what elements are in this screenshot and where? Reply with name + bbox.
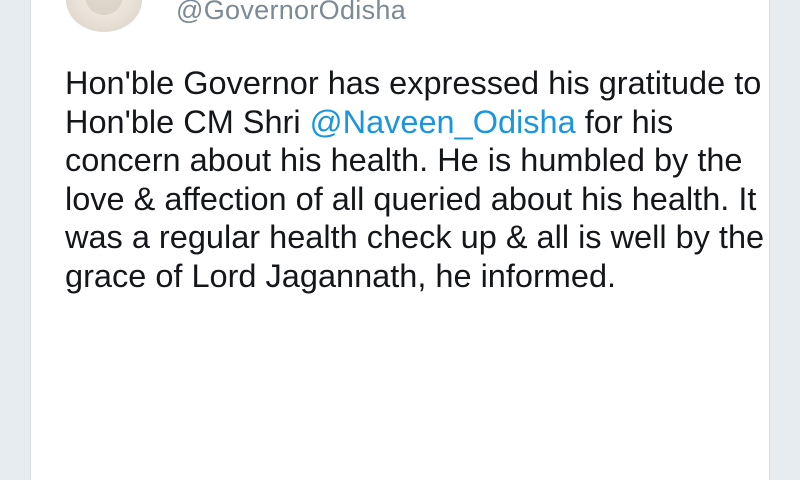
mention-link[interactable]: @Naveen_Odisha	[310, 104, 576, 140]
tweet-text: Hon'ble Governor has expressed his grati…	[65, 64, 765, 296]
avatar[interactable]	[66, 0, 142, 32]
tweet-card: @GovernorOdisha Hon'ble Governor has exp…	[30, 0, 770, 480]
avatar-image	[85, 0, 123, 15]
user-handle[interactable]: @GovernorOdisha	[176, 0, 406, 24]
